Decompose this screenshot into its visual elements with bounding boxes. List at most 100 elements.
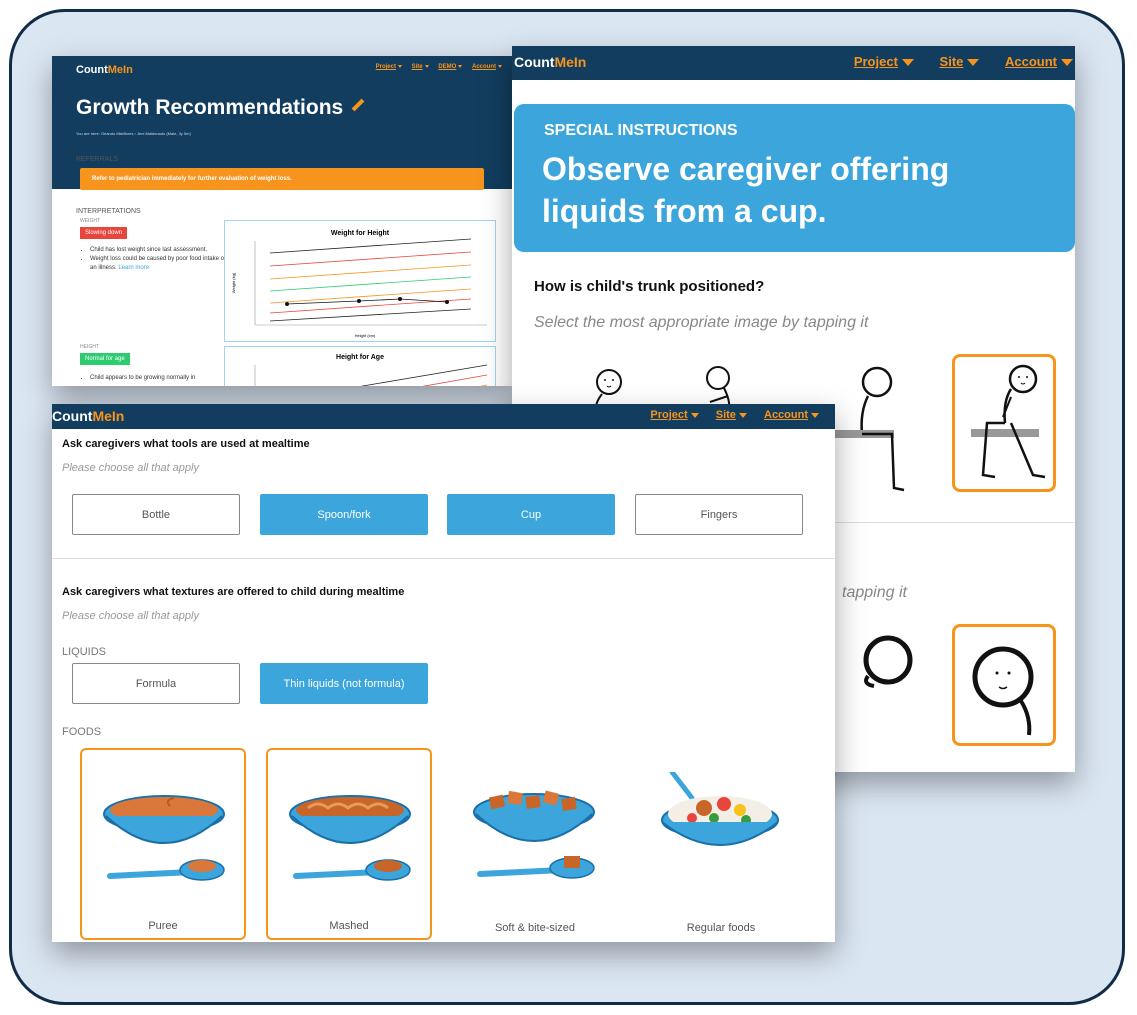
liquid-option-thin-liquids[interactable]: Thin liquids (not formula) [260,663,428,704]
percentile-line [269,276,472,292]
mashed-bowl-icon [289,795,411,881]
food-label: Mashed [329,920,369,932]
head-figure-icon [863,635,913,688]
liquids-label: LIQUIDS [62,646,107,658]
tools-hint: Please choose all that apply [62,462,199,474]
nav-project[interactable]: Project [650,409,699,421]
nav-demo[interactable]: DEMO [438,64,463,70]
referrals-heading: REFERRALS [76,156,119,163]
foods-label: FOODS [62,726,102,738]
caret-down-icon [738,412,747,418]
regular-food-bowl-icon [661,772,779,846]
brand-prefix: Count [52,408,93,424]
percentile-line [360,364,488,386]
tool-option-cup[interactable]: Cup [447,494,615,535]
nav-account[interactable]: Account [1005,54,1073,69]
section-divider [52,558,835,559]
tools-question: Ask caregivers what tools are used at me… [62,438,310,450]
food-option-puree[interactable]: Puree [80,748,246,940]
nav-account[interactable]: Account [764,409,819,421]
mealtime-nav: Project Site Account [636,409,819,421]
brand-logo[interactable]: CountMeIn [76,64,133,76]
head-figure-icon [972,646,1034,736]
percentile-line [479,384,488,386]
tool-option-spoon-fork[interactable]: Spoon/fork [260,494,428,535]
brand-suffix: MeIn [92,408,125,424]
posture-option-3[interactable] [834,364,944,504]
growth-recommendations-window: CountMeIn Project Site DEMO Account Grow… [52,56,512,386]
stick-figure-icon [971,364,1046,479]
height-notes: Child appears to be growing normally in [80,374,240,383]
liquid-option-formula[interactable]: Formula [72,663,240,704]
caret-down-icon [498,64,502,68]
percentile-line [269,251,472,267]
brand-logo[interactable]: CountMeIn [514,54,586,70]
caret-down-icon [901,59,914,67]
caret-down-icon [458,64,463,68]
puree-bowl-icon [103,795,225,881]
caret-down-icon [1061,59,1073,67]
nav-project[interactable]: Project [854,54,914,69]
chart-title: Height for Age [336,354,384,361]
caret-down-icon [967,59,980,67]
list-item: Child appears to be growing normally in [90,374,240,383]
list-item: Child has lost weight since last assessm… [90,246,230,255]
data-point [357,299,361,303]
food-option-regular-foods[interactable]: Regular foods [638,748,804,940]
special-instructions-banner: SPECIAL INSTRUCTIONS Observe caregiver o… [514,104,1075,252]
bite-sized-bowl-icon [473,790,595,879]
trunk-hint: Select the most appropriate image by tap… [534,314,869,331]
percentile-line [269,238,472,254]
height-label: HEIGHT [80,344,99,350]
interpretations-heading: INTERPRETATIONS [76,208,141,215]
data-point [398,297,402,301]
mealtime-questions-window: CountMeIn Project Site Account Ask careg… [52,404,835,942]
banner-label: SPECIAL INSTRUCTIONS [544,122,738,139]
percentile-line [269,264,472,280]
mealtime-header: CountMeIn Project Site Account [52,404,835,429]
posture-option-4-selected[interactable] [952,354,1056,492]
stick-figure-icon [834,366,905,492]
caret-down-icon [397,64,402,68]
y-axis-label: Weight (kg) [231,272,236,293]
brand-prefix: Count [514,54,555,70]
breadcrumb: You are here: Orlando Mistflores › Jeni … [76,131,191,136]
food-label: Puree [148,920,178,932]
nav-site[interactable]: Site [716,409,747,421]
textures-question: Ask caregivers what textures are offered… [62,586,405,598]
learn-more-link[interactable]: Learn more [118,265,149,271]
weight-notes: Child has lost weight since last assessm… [80,246,230,273]
food-label: Regular foods [686,922,756,934]
caret-down-icon [690,412,699,418]
referral-alert: Refer to pediatrician immediately for fu… [80,168,484,190]
tool-option-bottle[interactable]: Bottle [72,494,240,535]
tool-option-fingers[interactable]: Fingers [635,494,803,535]
instructions-header: CountMeIn Project Site Account [512,46,1075,80]
data-point [445,300,449,304]
head-option-4-selected[interactable] [952,624,1056,746]
banner-title: Observe caregiver offering liquids from … [542,151,950,229]
food-option-mashed[interactable]: Mashed [266,748,432,940]
brand-logo[interactable]: CountMeIn [52,408,124,424]
pencil-edit-icon[interactable] [351,99,365,112]
nav-account[interactable]: Account [472,64,502,70]
growth-nav: Project Site DEMO Account [368,64,502,70]
nav-site[interactable]: Site [412,64,429,70]
caret-down-icon [811,412,819,418]
weight-for-height-chart: Weight for Height Height (cm) Weight (kg… [224,220,496,342]
nav-project[interactable]: Project [376,64,402,70]
food-option-soft-bite-sized[interactable]: Soft & bite-sized [452,748,618,940]
head-option-3[interactable] [832,618,942,728]
chart-svg: Height for Age [254,354,488,386]
trunk-question: How is child's trunk positioned? [534,278,765,295]
percentile-line [422,374,488,386]
weight-status-badge: Slowing down [80,227,128,239]
x-axis-label: Height (cm) [355,333,376,338]
height-status-badge: Normal for age [80,353,130,365]
head-hint-partial: tapping it [842,584,907,601]
brand-suffix: MeIn [554,54,587,70]
list-item: Weight loss could be caused by poor food… [90,255,230,273]
textures-hint: Please choose all that apply [62,610,199,622]
nav-site[interactable]: Site [940,54,980,69]
brand-prefix: Count [76,64,108,76]
